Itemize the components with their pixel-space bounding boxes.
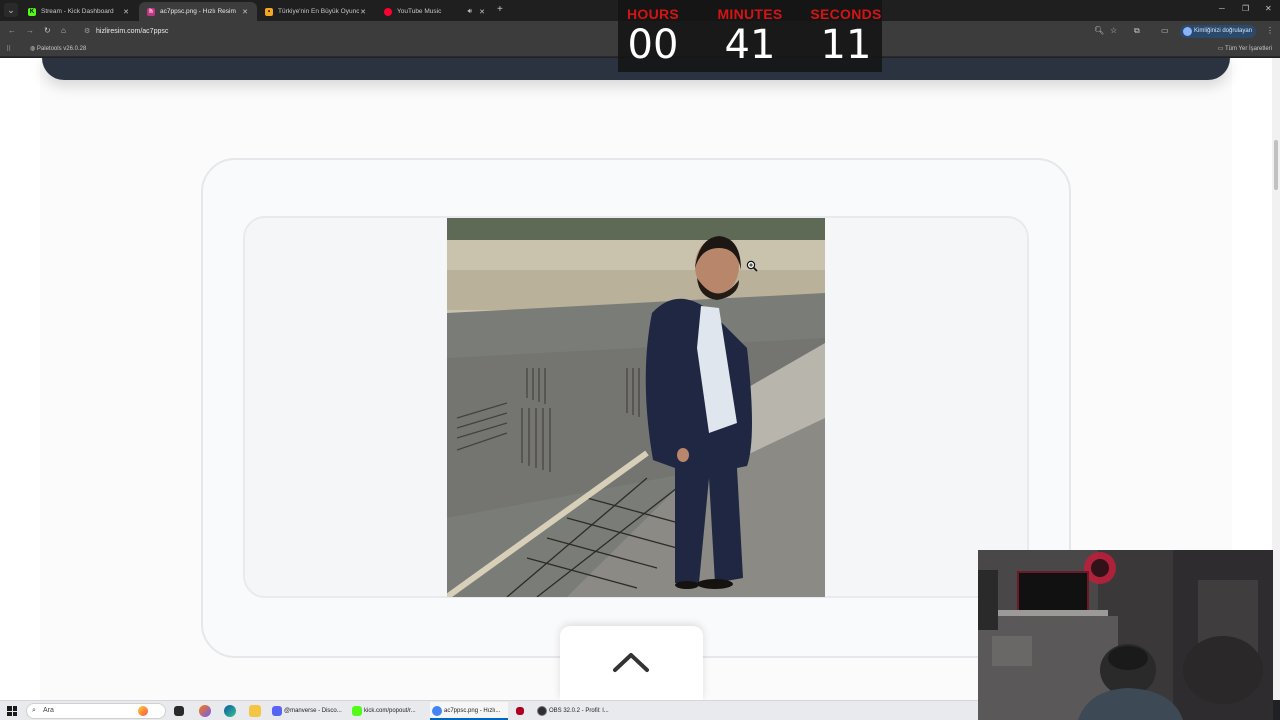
all-bookmarks[interactable]: ▭ Tüm Yer İşaretleri — [1218, 45, 1272, 52]
search-highlight-icon[interactable] — [138, 706, 148, 716]
youtube-music-icon — [384, 7, 392, 16]
close-icon[interactable]: ✕ — [478, 8, 486, 16]
obs-icon — [537, 706, 547, 716]
app-icon[interactable] — [516, 707, 524, 715]
bookmark-paletools[interactable]: ◍ Paletools v26.0.28 — [30, 45, 86, 52]
speaker-icon[interactable]: 🔊︎ — [468, 8, 472, 16]
photo-illustration — [447, 218, 825, 597]
countdown-timer-overlay: HOURS 00 MINUTES 41 SECONDS 11 — [618, 0, 882, 72]
tab-kick-dashboard[interactable]: K Stream - Kick Dashboard ✕ — [20, 2, 138, 21]
extensions-icon[interactable]: ⧉ — [1134, 26, 1140, 36]
countdown-minutes: MINUTES 41 — [710, 6, 790, 66]
uploaded-image[interactable] — [447, 218, 825, 597]
forward-icon[interactable]: → — [26, 26, 34, 35]
all-bookmarks-label: Tüm Yer İşaretleri — [1224, 46, 1272, 52]
search-icon: ⌕ — [32, 707, 36, 714]
scrollbar-thumb[interactable] — [1274, 140, 1278, 190]
back-icon[interactable]: ← — [8, 26, 16, 35]
taskbar-chrome[interactable]: ac7ppsc.png - Hızlı... — [430, 702, 508, 720]
task-label: ac7ppsc.png - Hızlı... — [444, 708, 501, 714]
address-bar-url: hizliresim.com/ac7ppsc — [96, 28, 169, 35]
copilot-icon[interactable] — [199, 705, 211, 717]
bookmark-star-icon[interactable]: ☆ — [1110, 26, 1117, 35]
countdown-hours: HOURS 00 — [613, 6, 693, 66]
minimize-icon[interactable]: ─ — [1219, 4, 1225, 13]
kick-icon — [352, 706, 362, 716]
restore-icon[interactable]: ❐ — [1242, 4, 1249, 13]
tab-hizli-resim[interactable]: h ac7ppsc.png - Hızlı Resim ✕ — [139, 2, 257, 21]
webcam-feed — [978, 550, 1273, 720]
tab-title: Türkiye'nin En Büyük Oyuncu D — [278, 8, 359, 15]
seconds-label: SECONDS — [810, 6, 882, 22]
tab-title: ac7ppsc.png - Hızlı Resim — [160, 8, 236, 15]
globe-icon: ◍ — [30, 46, 36, 52]
task-label: kick.com/popout/r... — [364, 708, 416, 714]
bookmark-label: Paletools v26.0.28 — [36, 46, 87, 52]
profile-button[interactable]: Kimliğinizi doğrulayan — [1180, 25, 1256, 38]
profile-label: Kimliğinizi doğrulayan — [1194, 28, 1253, 34]
tab-search-button[interactable]: ⌄ — [4, 3, 18, 17]
chrome-icon — [432, 706, 442, 716]
file-explorer-icon[interactable] — [249, 705, 261, 717]
address-bar[interactable]: ⚙ hizliresim.com/ac7ppsc — [80, 24, 1080, 39]
scroll-to-top-button[interactable] — [560, 626, 703, 700]
kick-icon: K — [28, 7, 36, 16]
tab-youtube-music[interactable]: YouTube Music 🔊︎ ✕ — [376, 2, 494, 21]
taskbar-kick-popout[interactable]: kick.com/popout/r... — [350, 702, 428, 720]
folder-icon: ▭ — [1217, 46, 1224, 52]
site-info-icon[interactable]: ⚙ — [84, 24, 90, 39]
task-view-icon[interactable] — [174, 706, 184, 716]
home-icon[interactable]: ⌂ — [61, 26, 66, 35]
task-label: @manverse - Disco... — [284, 708, 342, 714]
webcam-overlay — [978, 550, 1273, 720]
vertical-scrollbar[interactable] — [1272, 58, 1280, 700]
tab-title: YouTube Music — [397, 8, 442, 15]
countdown-seconds: SECONDS 11 — [806, 6, 886, 66]
hours-label: HOURS — [626, 6, 680, 22]
discord-icon — [272, 706, 282, 716]
seconds-value: 11 — [820, 22, 872, 68]
edge-icon[interactable] — [224, 705, 236, 717]
taskbar-search-placeholder: Ara — [43, 707, 54, 714]
close-icon[interactable]: ✕ — [122, 8, 130, 16]
menu-icon[interactable]: ⋮ — [1266, 26, 1274, 35]
close-icon[interactable]: ✕ — [241, 8, 249, 16]
task-label: OBS 32.0.2 - Profil: l... — [549, 708, 609, 714]
reload-icon[interactable]: ↻ — [44, 26, 51, 35]
new-tab-button[interactable]: + — [497, 4, 503, 15]
taskbar-discord[interactable]: @manverse - Disco... — [270, 702, 348, 720]
site-icon: • — [265, 7, 273, 16]
windows-start-icon[interactable] — [7, 706, 17, 716]
tab-turkiye-oyuncu[interactable]: • Türkiye'nin En Büyük Oyuncu D ✕ — [257, 2, 375, 21]
minutes-label: MINUTES — [717, 6, 783, 22]
windows-taskbar: ⌕ Ara @manverse - Disco... kick.com/popo… — [0, 700, 978, 720]
hizliresim-icon: h — [147, 7, 155, 16]
hours-value: 00 — [627, 22, 679, 68]
chevron-up-icon — [613, 653, 649, 672]
apps-grid-icon[interactable]: ⠿ — [6, 45, 11, 53]
cast-icon[interactable]: ▭ — [1161, 26, 1169, 35]
avatar — [1183, 27, 1192, 36]
window-close-icon[interactable]: ✕ — [1265, 4, 1272, 13]
minutes-value: 41 — [724, 22, 776, 68]
close-icon[interactable]: ✕ — [359, 8, 367, 16]
zoom-icon[interactable]: 🔍︎ — [1094, 26, 1104, 35]
tab-title: Stream - Kick Dashboard — [41, 8, 114, 15]
zoom-in-cursor-icon — [746, 260, 758, 272]
taskbar-obs[interactable]: OBS 32.0.2 - Profil: l... — [535, 702, 615, 720]
